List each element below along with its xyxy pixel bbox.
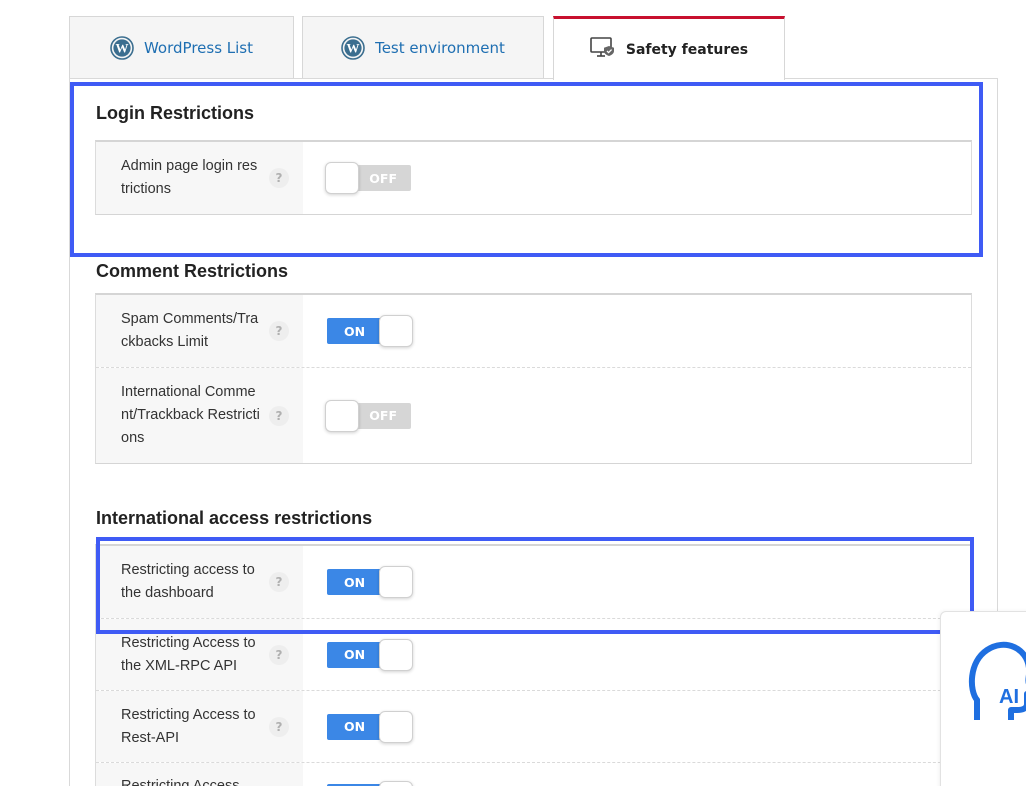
setting-row: Restricting Access to the XML-RPC API ? … [96, 619, 971, 691]
ai-label: AI [999, 686, 1019, 708]
setting-label: Restricting Access to the XML-RPC API [121, 634, 256, 674]
monitor-shield-icon [590, 36, 616, 63]
ai-assistant-widget[interactable]: AI [940, 611, 1026, 786]
setting-label: Restricting Access to Rest-API [121, 706, 256, 746]
help-icon[interactable]: ? [269, 716, 289, 737]
setting-label-cell: International Comment/Trackback Restrict… [96, 368, 303, 463]
additional-access-toggle[interactable]: ON [325, 781, 413, 786]
setting-row: Restricting access to the dashboard ? ON [96, 546, 971, 619]
dashboard-access-toggle[interactable]: ON [325, 566, 413, 598]
rest-api-access-toggle[interactable]: ON [325, 710, 413, 743]
setting-label-cell: Restricting Access to the XML-RPC API ? [96, 619, 303, 690]
toggle-knob [379, 710, 413, 743]
setting-label-cell: Spam Comments/Trackbacks Limit ? [96, 295, 303, 367]
setting-row: Admin page login restrictions ? OFF [96, 142, 971, 214]
setting-value-cell: ON [303, 295, 971, 367]
xml-rpc-access-toggle[interactable]: ON [325, 638, 413, 671]
toggle-knob [379, 315, 413, 347]
setting-value-cell: ON [303, 691, 971, 762]
tab-label: WordPress List [143, 38, 254, 57]
help-icon[interactable]: ? [269, 405, 289, 426]
setting-label: Restricting access to the dashboard [121, 562, 255, 601]
section-title-login: Login Restrictions [96, 103, 255, 123]
setting-label-cell: Restricting Access [96, 763, 303, 786]
section-title-international: International access restrictions [96, 508, 373, 528]
svg-text:W: W [115, 40, 128, 55]
setting-label-cell: Restricting Access to Rest-API ? [96, 691, 303, 762]
admin-login-toggle[interactable]: OFF [325, 162, 413, 194]
setting-label: Admin page login restrictions [121, 158, 258, 197]
wordpress-icon: W [341, 35, 365, 60]
login-restrictions-table: Admin page login restrictions ? OFF [95, 140, 972, 215]
help-icon[interactable]: ? [269, 321, 289, 341]
wordpress-icon: W [110, 35, 134, 60]
toggle-state: ON [344, 574, 366, 590]
toggle-state: ON [344, 323, 366, 339]
setting-value-cell: OFF [303, 368, 971, 463]
toggle-state: OFF [369, 408, 397, 423]
tab-wordpress-list[interactable]: W WordPress List [69, 16, 294, 78]
toggle-state: ON [344, 719, 366, 734]
section-title-comment: Comment Restrictions [96, 261, 289, 281]
toggle-knob [325, 399, 359, 432]
svg-text:W: W [347, 40, 360, 55]
tab-test-environment[interactable]: W Test environment [302, 16, 544, 78]
spam-comments-toggle[interactable]: ON [325, 315, 413, 347]
comment-restrictions-table: Spam Comments/Trackbacks Limit ? ON Inte… [95, 293, 972, 464]
setting-value-cell: ON [303, 619, 971, 690]
setting-row: Restricting Access ON [96, 763, 971, 786]
setting-row: International Comment/Trackback Restrict… [96, 368, 971, 463]
setting-label: International Comment/Trackback Restrict… [121, 384, 260, 446]
help-icon[interactable]: ? [269, 168, 289, 188]
toggle-knob [379, 566, 413, 598]
toggle-state: ON [344, 647, 366, 662]
setting-label: Spam Comments/Trackbacks Limit [121, 311, 259, 350]
setting-label-cell: Restricting access to the dashboard ? [96, 546, 303, 618]
setting-value-cell: ON [303, 546, 971, 618]
toggle-knob [325, 162, 359, 194]
tab-label: Test environment [375, 38, 505, 57]
setting-value-cell: OFF [303, 142, 971, 214]
toggle-state: OFF [369, 170, 397, 186]
toggle-knob [379, 781, 413, 786]
setting-row: Spam Comments/Trackbacks Limit ? ON [96, 295, 971, 368]
international-access-table: Restricting access to the dashboard ? ON… [95, 544, 972, 786]
setting-label-cell: Admin page login restrictions ? [96, 142, 303, 214]
help-icon[interactable]: ? [269, 644, 289, 665]
setting-value-cell: ON [303, 763, 971, 786]
help-icon[interactable]: ? [269, 572, 289, 592]
tab-label: Safety features [625, 41, 749, 58]
setting-row: Restricting Access to Rest-API ? ON [96, 691, 971, 763]
international-comment-toggle[interactable]: OFF [325, 399, 413, 432]
tab-safety-features[interactable]: Safety features [553, 16, 785, 80]
toggle-knob [379, 638, 413, 671]
setting-label: Restricting Access [121, 778, 240, 786]
